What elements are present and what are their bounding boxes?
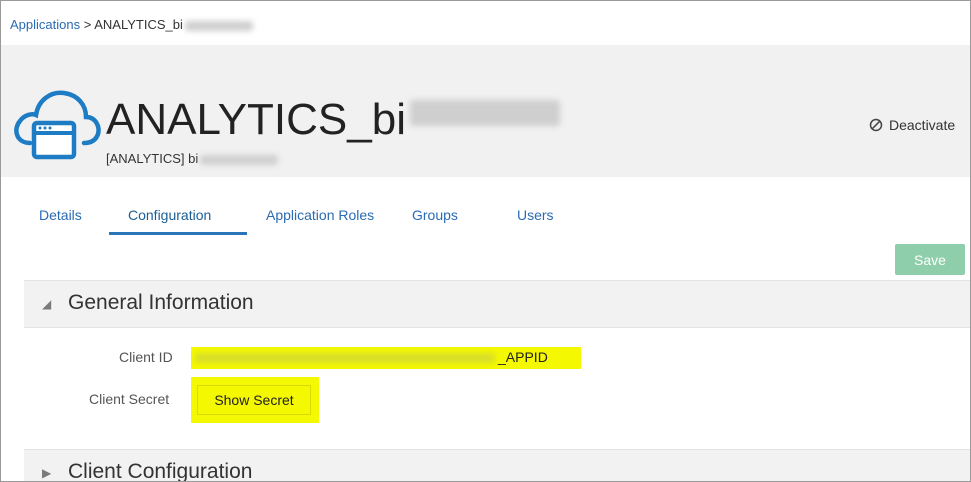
redacted-text (184, 20, 253, 31)
app-subtitle: [ANALYTICS] bi (106, 151, 279, 166)
tab-details[interactable]: Details (39, 207, 82, 223)
cloud-window-icon (14, 90, 101, 160)
general-information-header[interactable]: ◢ General Information (24, 280, 970, 328)
application-page: Applications > ANALYTICS_bi ANALYTICS_bi… (0, 0, 971, 482)
app-subtitle-text: [ANALYTICS] bi (106, 151, 199, 166)
breadcrumb-applications-link[interactable]: Applications (10, 17, 80, 32)
tab-bar: Details Configuration Application Roles … (1, 177, 970, 241)
show-secret-button[interactable]: Show Secret (197, 385, 311, 415)
tab-configuration[interactable]: Configuration (128, 207, 211, 223)
deactivate-button[interactable]: Deactivate (869, 117, 955, 133)
active-tab-indicator (109, 232, 247, 235)
prohibited-circle-icon (869, 118, 883, 132)
deactivate-label: Deactivate (889, 117, 956, 133)
app-name: ANALYTICS_bi (106, 95, 406, 144)
tab-groups[interactable]: Groups (412, 207, 458, 223)
app-header: ANALYTICS_bi [ANALYTICS] bi Deactivate (1, 45, 970, 177)
breadcrumb-current: ANALYTICS_bi (94, 17, 183, 32)
tab-users[interactable]: Users (517, 207, 554, 223)
client-id-label: Client ID (119, 349, 173, 365)
save-button[interactable]: Save (895, 244, 965, 275)
redacted-text (409, 100, 560, 126)
page-title: ANALYTICS_bi (106, 95, 560, 145)
breadcrumb-bar: Applications > ANALYTICS_bi (1, 1, 970, 45)
section-title: Client Configuration (68, 460, 253, 482)
breadcrumb-separator: > (83, 17, 92, 32)
section-title: General Information (68, 291, 254, 314)
triangle-right-icon: ▶ (42, 466, 52, 480)
show-secret-highlight: Show Secret (191, 377, 319, 423)
client-secret-label: Client Secret (89, 391, 170, 407)
client-id-suffix: _APPID (498, 349, 548, 365)
tab-application-roles[interactable]: Application Roles (266, 207, 374, 223)
client-configuration-header[interactable]: ▶ Client Configuration (24, 449, 970, 482)
redacted-text (200, 154, 279, 165)
triangle-down-icon: ◢ (42, 297, 52, 311)
redacted-text (195, 353, 495, 363)
breadcrumb: Applications > ANALYTICS_bi (10, 17, 253, 32)
client-id-value: _APPID (191, 347, 581, 369)
